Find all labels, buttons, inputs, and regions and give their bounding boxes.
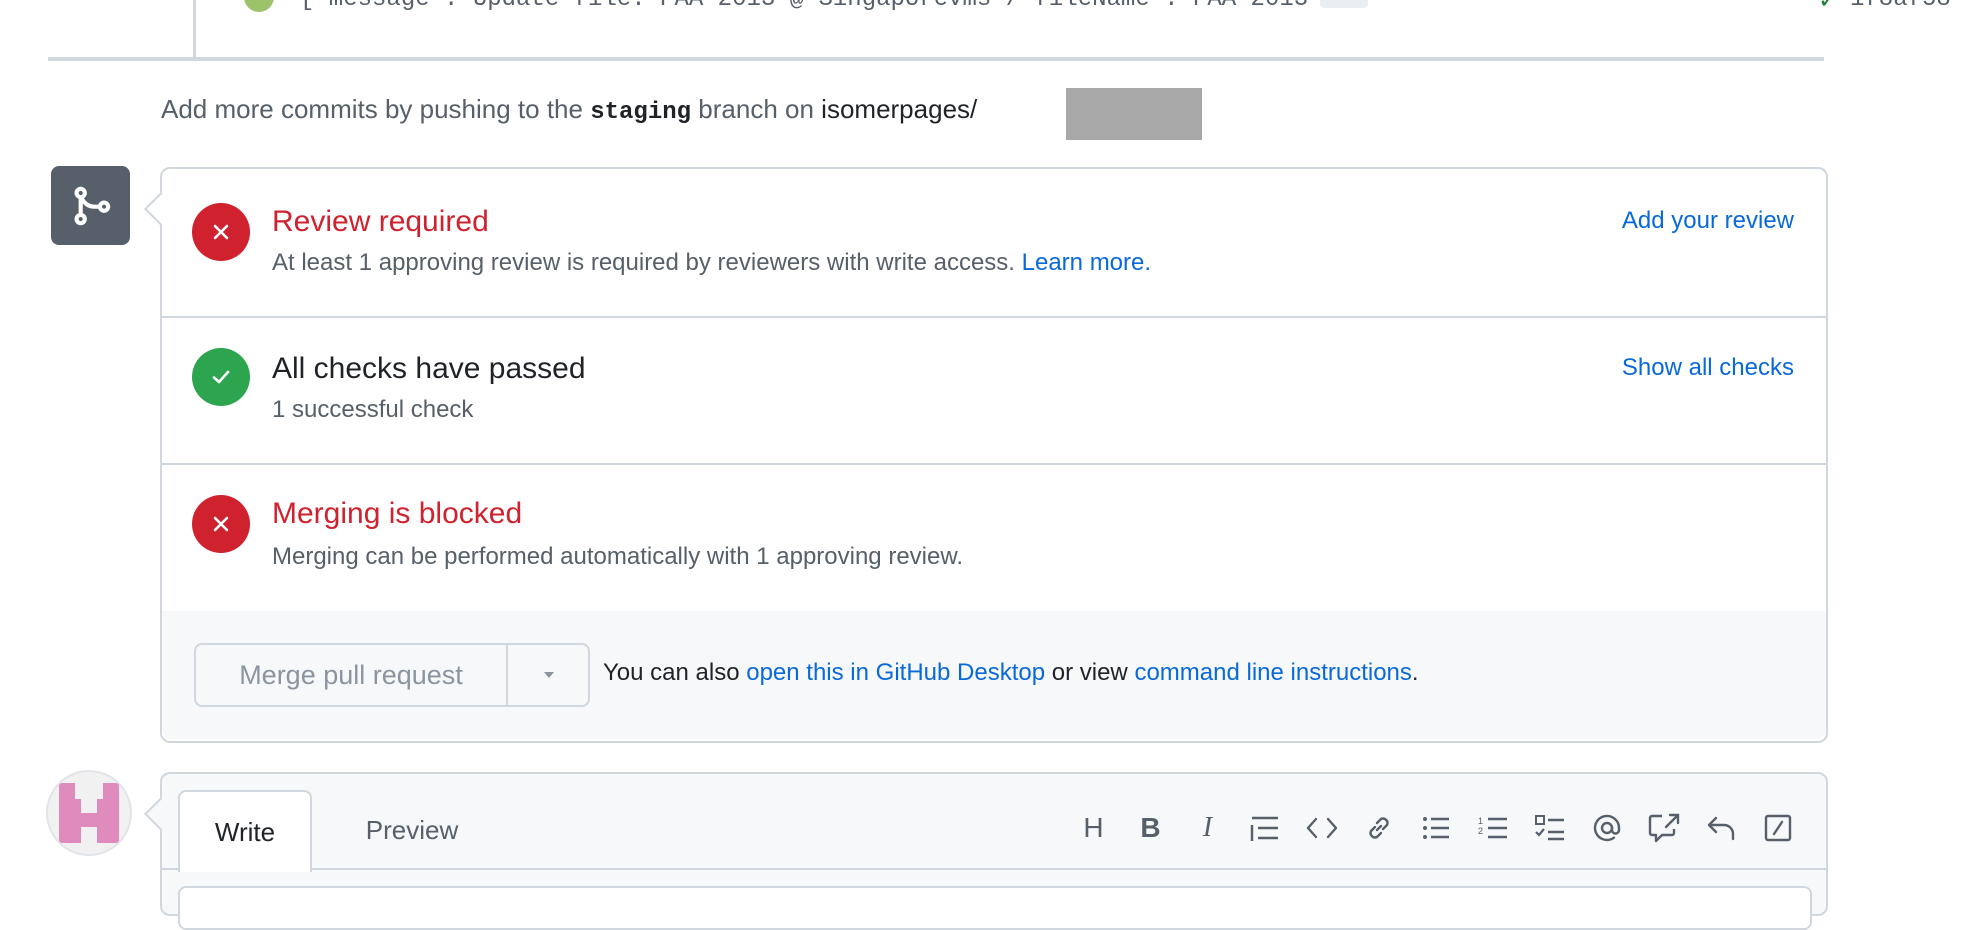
merge-box: Review required At least 1 approving rev… <box>144 167 1828 743</box>
comment-textarea[interactable] <box>178 886 1812 930</box>
merge-note-prefix: You can also <box>603 659 740 686</box>
commit-expand-chip[interactable] <box>1320 0 1368 8</box>
identicon-icon <box>59 783 119 843</box>
push-hint: Add more commits by pushing to the stagi… <box>161 94 977 126</box>
task-list-icon[interactable] <box>1521 808 1578 848</box>
mention-icon[interactable] <box>1578 808 1635 848</box>
git-merge-icon <box>51 166 130 245</box>
italic-icon[interactable]: I <box>1179 808 1236 848</box>
cross-reference-icon[interactable] <box>1635 808 1692 848</box>
x-icon <box>192 495 250 553</box>
merge-note-suffix: . <box>1411 659 1419 686</box>
merge-pull-request-button[interactable]: Merge pull request <box>196 645 506 705</box>
markdown-toolbar: H B I 12 <box>1065 808 1806 848</box>
review-required-subtitle: At least 1 approving review is required … <box>272 249 1151 277</box>
comment-box-caret <box>144 797 178 831</box>
push-hint-middle: branch on <box>698 94 814 124</box>
add-your-review-link[interactable]: Add your review <box>1622 207 1794 235</box>
github-desktop-link[interactable]: open this in GitHub Desktop <box>746 659 1045 686</box>
merge-actions-section: Merge pull request You can also open thi… <box>162 611 1826 739</box>
check-circle-icon <box>192 348 250 406</box>
bold-icon[interactable]: B <box>1122 808 1179 848</box>
comment-box: Write Preview H B I 12 <box>144 772 1828 930</box>
push-hint-prefix: Add more commits by pushing to the <box>161 94 583 124</box>
triangle-down-icon <box>544 672 554 678</box>
quote-icon[interactable] <box>1236 808 1293 848</box>
bulleted-list-icon[interactable] <box>1407 808 1464 848</box>
git-merge-icon-svg <box>74 186 111 226</box>
repo-name: isomerpages/ <box>821 94 978 124</box>
commit-message[interactable]: [ message : Update file: PAA 2013 @ Sing… <box>300 0 1308 12</box>
checks-title: All checks have passed <box>272 352 586 385</box>
merge-alt-note: You can also open this in GitHub Desktop… <box>603 659 1419 687</box>
branch-name: staging <box>590 99 692 126</box>
checks-section: All checks have passed 1 successful chec… <box>162 316 1826 465</box>
svg-text:2: 2 <box>1478 826 1483 836</box>
merge-options-dropdown[interactable] <box>506 645 590 705</box>
reply-icon[interactable] <box>1692 808 1749 848</box>
commit-hash[interactable]: 1f8af58 <box>1850 0 1951 12</box>
svg-text:1: 1 <box>1478 816 1483 826</box>
merging-blocked-section: Merging is blocked Merging can be perfor… <box>162 463 1826 613</box>
code-icon[interactable] <box>1293 808 1350 848</box>
show-all-checks-link[interactable]: Show all checks <box>1622 354 1794 382</box>
review-required-section: Review required At least 1 approving rev… <box>162 169 1826 318</box>
slash-command-icon[interactable] <box>1749 808 1806 848</box>
numbered-list-icon[interactable]: 12 <box>1464 808 1521 848</box>
command-line-instructions-link[interactable]: command line instructions <box>1134 659 1411 686</box>
avatar[interactable] <box>46 770 132 856</box>
timeline-line <box>193 0 196 58</box>
heading-icon[interactable]: H <box>1065 808 1122 848</box>
merge-note-middle: or view <box>1051 659 1128 686</box>
tab-write[interactable]: Write <box>178 790 312 872</box>
review-required-text: At least 1 approving review is required … <box>272 249 1015 276</box>
x-icon <box>192 203 250 261</box>
merge-button-group: Merge pull request <box>194 643 590 707</box>
checks-subtitle: 1 successful check <box>272 396 474 423</box>
commit-row: [ message : Update file: PAA 2013 @ Sing… <box>0 0 1968 12</box>
link-icon[interactable] <box>1350 808 1407 848</box>
merging-blocked-subtitle: Merging can be performed automatically w… <box>272 543 964 570</box>
tab-preview[interactable]: Preview <box>342 790 482 870</box>
merging-blocked-title: Merging is blocked <box>272 497 523 530</box>
timeline-divider <box>48 57 1824 61</box>
redacted-block <box>1066 88 1202 140</box>
review-required-title: Review required <box>272 205 489 238</box>
commit-avatar <box>244 0 274 12</box>
learn-more-link[interactable]: Learn more. <box>1022 249 1151 276</box>
check-icon: ✓ <box>1818 0 1838 12</box>
